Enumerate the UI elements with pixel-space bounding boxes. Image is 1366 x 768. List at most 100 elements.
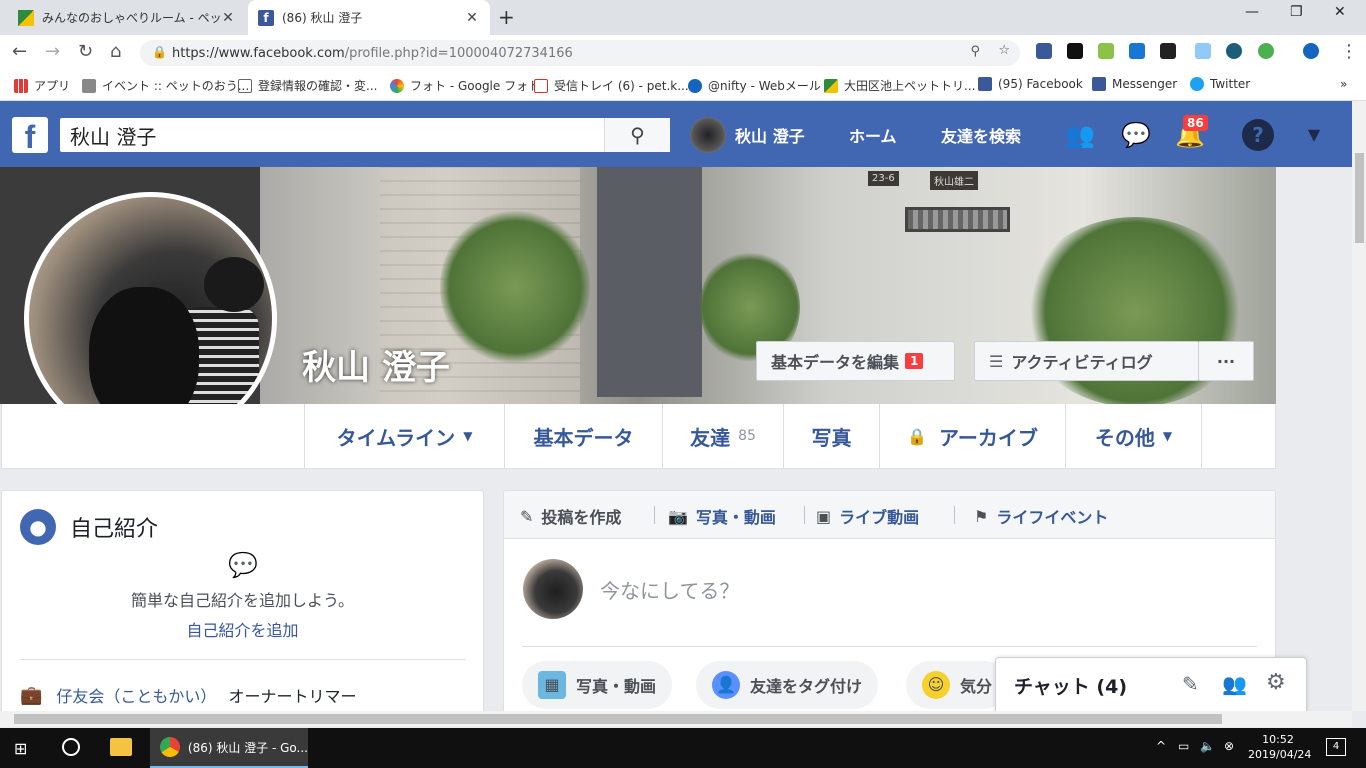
close-tab-icon[interactable]: ✕ (220, 10, 236, 26)
reload-icon[interactable]: ↻ (78, 41, 93, 62)
zoom-icon[interactable]: ⚲ (970, 44, 980, 59)
work-role: オーナートリマー (228, 687, 357, 706)
gear-icon[interactable]: ⚙ (1266, 670, 1286, 695)
work-org-link[interactable]: 仔友会（こともかい） (56, 683, 216, 707)
messenger-icon[interactable]: 💬 (1120, 119, 1152, 151)
bookmark-item[interactable]: 大田区池上ペットトリ... (824, 77, 975, 94)
notification-count-badge: 86 (1183, 115, 1208, 131)
scrollbar-thumb[interactable] (1355, 153, 1364, 243)
profile-link[interactable]: 秋山 澄子 (735, 123, 805, 147)
extension-icon[interactable] (1160, 43, 1176, 59)
divider (804, 506, 805, 524)
more-bookmarks-icon[interactable]: » (1340, 77, 1347, 91)
taskbar-clock[interactable]: 10:52 2019/04/24 (1248, 732, 1311, 762)
facebook-logo-icon[interactable]: f (12, 117, 48, 155)
minimize-icon[interactable]: — (1245, 4, 1259, 20)
extension-icon[interactable] (1098, 43, 1114, 59)
bookmark-item[interactable]: 受信トレイ (6) - pet.k... (534, 77, 689, 94)
more-options-button[interactable]: ··· (1198, 341, 1254, 381)
tab-archive[interactable]: 🔒 アーカイブ (879, 404, 1065, 468)
notification-off-icon[interactable]: ⊗ (1224, 739, 1234, 753)
extension-icon[interactable] (1226, 43, 1242, 59)
tab-about[interactable]: 基本データ (504, 404, 662, 468)
network-icon[interactable]: ▭ (1178, 739, 1189, 753)
browser-tab-active[interactable]: f (86) 秋山 澄子 ✕ (248, 0, 490, 35)
avatar[interactable] (690, 117, 726, 153)
feeling-button[interactable]: ☺ 気分 (906, 661, 1009, 709)
amazon-extension-icon[interactable] (1067, 43, 1083, 59)
bookmark-item[interactable]: イベント :: ペットのおう... (82, 77, 249, 94)
tab-timeline[interactable]: タイムライン ▼ (304, 404, 504, 468)
bookmark-item[interactable]: 登録情報の確認・変... (238, 77, 377, 94)
search-icon[interactable]: ⚲ (604, 118, 670, 152)
tag-friends-button[interactable]: 👤 友達をタグ付け (696, 661, 879, 709)
file-explorer-icon[interactable] (110, 738, 132, 756)
photo-video-button[interactable]: ▦ 写真・動画 (522, 661, 673, 709)
search-input[interactable]: 秋山 澄子 (60, 118, 670, 152)
life-event-tab[interactable]: ⚑ ライフイベント (974, 504, 1108, 528)
taskbar-chrome-button[interactable]: (86) 秋山 澄子 - Go... (150, 728, 308, 768)
photo-video-tab[interactable]: 📷 写真・動画 (668, 504, 776, 528)
tab-photos[interactable]: 写真 (783, 404, 879, 468)
windows-start-icon[interactable]: ⊞ (14, 739, 27, 758)
bookmark-item[interactable]: @nifty - Webメール (688, 77, 821, 94)
chrome-menu-icon[interactable]: ⋮ (1340, 41, 1358, 62)
volume-icon[interactable]: 🔈 (1200, 739, 1215, 753)
friend-count: 85 (738, 428, 756, 444)
horizontal-scrollbar[interactable] (0, 711, 1352, 727)
tab-more[interactable]: その他 ▼ (1065, 404, 1202, 468)
restore-icon[interactable]: ❐ (1290, 4, 1303, 20)
chat-sidebar-tab[interactable]: チャット (4) ✎ 👥 ⚙ (995, 657, 1307, 712)
edit-profile-button[interactable]: 基本データを編集 1 (756, 341, 955, 381)
edit-profile-badge: 1 (905, 353, 924, 369)
home-link[interactable]: ホーム (849, 123, 897, 147)
extension-icon[interactable] (1258, 43, 1274, 59)
tab-label: その他 (1094, 425, 1155, 450)
bookmark-item[interactable]: フォト - Google フォト (390, 77, 540, 94)
help-icon[interactable]: ? (1242, 119, 1274, 151)
pencil-icon: ✎ (520, 506, 534, 526)
search-circle-icon[interactable] (62, 738, 80, 756)
extension-icon[interactable] (1036, 43, 1052, 59)
status-input[interactable]: 今なにしてる？ (600, 575, 739, 604)
bookmark-item[interactable]: Twitter (1190, 77, 1250, 91)
button-label: 気分 (960, 677, 993, 696)
flag-icon: ⚑ (974, 506, 989, 526)
nifty-icon (688, 78, 702, 93)
forward-icon[interactable]: → (45, 41, 60, 62)
extension-icon[interactable] (1129, 43, 1145, 59)
bookmark-star-icon[interactable]: ☆ (998, 43, 1010, 58)
friend-requests-icon[interactable]: 👥 (1064, 119, 1096, 151)
tab-label: タイムライン (336, 425, 456, 450)
find-friends-link[interactable]: 友達を検索 (941, 123, 1021, 147)
activity-log-button[interactable]: ☰ アクティビティログ (974, 341, 1199, 381)
bookmark-apps[interactable]: アプリ (14, 77, 70, 94)
scrollbar-thumb[interactable] (14, 714, 1222, 724)
new-message-icon[interactable]: ✎ (1182, 672, 1199, 696)
address-bar[interactable]: 🔒 https://www.facebook.com/profile.php?i… (140, 40, 1020, 66)
tab-friends[interactable]: 友達 85 (662, 404, 783, 468)
close-window-icon[interactable]: ✕ (1334, 4, 1346, 20)
action-center-icon[interactable]: 4 (1326, 738, 1346, 756)
live-video-tab[interactable]: ▣ ライブ動画 (816, 504, 919, 528)
new-group-icon[interactable]: 👥 (1222, 672, 1247, 696)
home-icon[interactable]: ⌂ (110, 41, 121, 62)
chrome-icon (160, 737, 180, 757)
extension-icon[interactable] (1195, 43, 1211, 59)
back-icon[interactable]: ← (12, 41, 27, 62)
tab-label: ライブ動画 (839, 508, 920, 527)
close-tab-icon[interactable]: ✕ (464, 10, 480, 26)
show-hidden-icons-icon[interactable]: ^ (1156, 739, 1166, 753)
cover-door (597, 167, 702, 397)
browser-tab-inactive[interactable]: みんなのおしゃべりルーム - ペットのトリ ✕ (8, 0, 246, 35)
account-menu-caret-icon[interactable]: ▼ (1298, 119, 1330, 151)
add-intro-link[interactable]: 自己紹介を追加 (2, 617, 483, 641)
bookmark-item[interactable]: Messenger (1092, 77, 1177, 91)
new-tab-button[interactable]: + (498, 5, 515, 29)
vertical-scrollbar[interactable] (1352, 101, 1366, 711)
create-post-tab[interactable]: ✎ 投稿を作成 (520, 504, 621, 528)
smiley-icon: ☺ (922, 671, 950, 699)
profile-avatar-icon[interactable] (1303, 43, 1319, 59)
bookmark-item[interactable]: (95) Facebook (978, 77, 1083, 91)
composer-tabs: ✎ 投稿を作成 📷 写真・動画 ▣ ライブ動画 ⚑ ライフイベント (504, 491, 1275, 539)
